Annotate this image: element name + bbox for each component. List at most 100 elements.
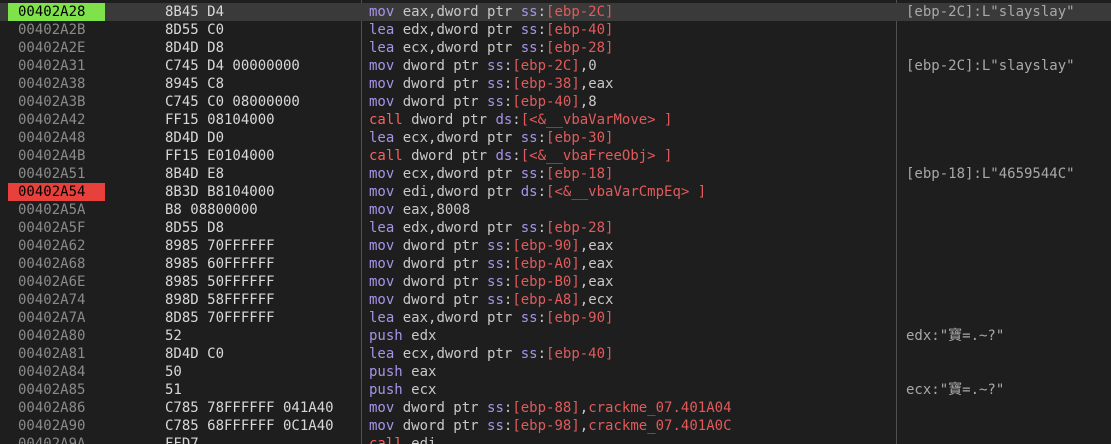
address-cell[interactable]: 00402A85 [8,381,105,399]
disasm-row[interactable]: 00402A38 8945 C8 mov dword ptr ss:[ebp-38]… [0,75,1111,93]
address-cell[interactable]: 00402A90 [8,417,105,435]
disasm-row[interactable]: 00402A42 FF15 08104000 call dword ptr ds:[… [0,111,1111,129]
address-cell[interactable]: 00402A5F [8,219,105,237]
bytes-cell: 50 [165,364,182,380]
address-cell[interactable]: 00402A62 [8,237,105,255]
disasm-row[interactable]: 00402A68 8985 60FFFFFF mov dword ptr ss:[e… [0,255,1111,273]
disasm-row[interactable]: 00402A62 8985 70FFFFFF mov dword ptr ss:[e… [0,237,1111,255]
disassembly-view[interactable]: 00402A28 8B45 D4 mov eax,dword ptr ss:[ebp… [0,0,1111,444]
address-cell[interactable]: 00402A2B [8,21,105,39]
address-cell[interactable]: 00402A74 [8,291,105,309]
instruction-token: eax,8008 [394,202,471,218]
bytes-cell: 8985 50FFFFFF [165,274,275,290]
address-cell[interactable]: 00402A31 [8,57,105,75]
instruction-cell[interactable]: lea ecx,dword ptr ss:[ebp-30] [369,129,894,147]
disasm-row[interactable]: 00402A7A 8D85 70FFFFFF lea eax,dword ptr s… [0,309,1111,327]
instruction-cell[interactable]: mov eax,dword ptr ss:[ebp-2C] [369,3,894,21]
disasm-row[interactable]: 00402A2E 8D4D D8 lea ecx,dword ptr ss:[ebp… [0,39,1111,57]
instruction-cell[interactable]: lea edx,dword ptr ss:[ebp-28] [369,219,894,237]
instruction-token: ds [495,112,513,128]
instruction-cell[interactable]: mov dword ptr ss:[ebp-88],crackme_07.401… [369,399,894,417]
instruction-cell[interactable]: push ecx [369,381,894,399]
instruction-cell[interactable]: call dword ptr ds:[<&__vbaFreeObj> ] [369,147,894,165]
comment-cell: edx:"寶=.~?" [906,328,1005,344]
instruction-cell[interactable]: push eax [369,363,894,381]
instruction-cell[interactable]: lea eax,dword ptr ss:[ebp-90] [369,309,894,327]
disasm-row[interactable]: 00402A48 8D4D D0 lea ecx,dword ptr ss:[ebp… [0,129,1111,147]
disasm-row[interactable]: 00402A4B FF15 E0104000 call dword ptr ds:[… [0,147,1111,165]
bytes-cell: FF15 E0104000 [165,148,275,164]
instruction-cell[interactable]: call edi [369,435,894,444]
disasm-row[interactable]: 00402A6E 8985 50FFFFFF mov dword ptr ss:[e… [0,273,1111,291]
address-cell[interactable]: 00402A4B [8,147,105,165]
disasm-row[interactable]: 00402A81 8D4D C0 lea ecx,dword ptr ss:[ebp… [0,345,1111,363]
address-cell[interactable]: 00402A80 [8,327,105,345]
instruction-cell[interactable]: lea edx,dword ptr ss:[ebp-40] [369,21,894,39]
address-cell[interactable]: 00402A42 [8,111,105,129]
disasm-row[interactable]: 00402A31 C745 D4 00000000 mov dword ptr ss… [0,57,1111,75]
instruction-cell[interactable]: mov ecx,dword ptr ss:[ebp-18] [369,165,894,183]
address-cell[interactable]: 00402A28 [8,3,105,21]
instruction-cell[interactable]: mov dword ptr ss:[ebp-40],8 [369,93,894,111]
disasm-row[interactable]: 00402A74 898D 58FFFFFF mov dword ptr ss:[e… [0,291,1111,309]
instruction-cell[interactable]: mov dword ptr ss:[ebp-98],crackme_07.401… [369,417,894,435]
instruction-cell[interactable]: mov edi,dword ptr ds:[<&__vbaVarCmpEq> ] [369,183,894,201]
disasm-row[interactable]: 00402A51 8B4D E8 mov ecx,dword ptr ss:[ebp… [0,165,1111,183]
instruction-token: ecx,dword ptr [394,166,521,182]
instruction-token: dword ptr [394,274,488,290]
address-cell[interactable]: 00402A7A [8,309,105,327]
disasm-row[interactable]: 00402A9A FFD7 call edi [0,435,1111,444]
address-cell[interactable]: 00402A54 [8,183,105,201]
address-cell[interactable]: 00402A84 [8,363,105,381]
address-cell[interactable]: 00402A2E [8,39,105,57]
address-cell[interactable]: 00402A68 [8,255,105,273]
instruction-token: mov [369,184,395,200]
instruction-cell[interactable]: mov dword ptr ss:[ebp-A8],ecx [369,291,894,309]
disasm-row[interactable]: 00402A86 C785 78FFFFFF 041A40 mov dword pt… [0,399,1111,417]
disasm-row[interactable]: 00402A28 8B45 D4 mov eax,dword ptr ss:[ebp… [0,3,1111,21]
instruction-cell[interactable]: lea ecx,dword ptr ss:[ebp-40] [369,345,894,363]
address-cell[interactable]: 00402A5A [8,201,105,219]
instruction-token: : [512,112,521,128]
disasm-row[interactable]: 00402A5A B8 08800000 mov eax,8008 [0,201,1111,219]
instruction-token: : [537,22,547,38]
instruction-cell[interactable]: mov dword ptr ss:[ebp-38],eax [369,75,894,93]
address-cell[interactable]: 00402A6E [8,273,105,291]
instruction-token: mov [369,166,395,182]
instruction-token: ebp-18 [554,166,606,182]
address-cell[interactable]: 00402A38 [8,75,105,93]
disasm-row[interactable]: 00402A80 52 push edx edx:"寶=.~?" [0,327,1111,345]
instruction-cell[interactable]: lea ecx,dword ptr ss:[ebp-28] [369,39,894,57]
disasm-row[interactable]: 00402A3B C745 C0 08000000 mov dword ptr ss… [0,93,1111,111]
disasm-row[interactable]: 00402A2B 8D55 C0 lea edx,dword ptr ss:[ebp… [0,21,1111,39]
instruction-cell[interactable]: call dword ptr ds:[<&__vbaVarMove> ] [369,111,894,129]
disasm-row[interactable]: 00402A54 8B3D B8104000 mov edi,dword ptr d… [0,183,1111,201]
disasm-row[interactable]: 00402A84 50 push eax [0,363,1111,381]
disasm-row[interactable]: 00402A85 51 push ecx ecx:"寶=.~?" [0,381,1111,399]
instruction-cell[interactable]: mov eax,8008 [369,201,894,219]
bytes-cell: FFD7 [165,436,199,444]
address-cell[interactable]: 00402A51 [8,165,105,183]
instruction-token: ebp-40 [554,22,606,38]
instruction-cell[interactable]: mov dword ptr ss:[ebp-A0],eax [369,255,894,273]
address-cell[interactable]: 00402A48 [8,129,105,147]
instruction-cell[interactable]: mov dword ptr ss:[ebp-2C],0 [369,57,894,75]
instruction-cell[interactable]: push edx [369,327,894,345]
bytes-cell: 8D4D D8 [165,40,225,56]
instruction-cell[interactable]: mov dword ptr ss:[ebp-B0],eax [369,273,894,291]
instruction-token: ] [571,94,580,110]
address-cell[interactable]: 00402A86 [8,399,105,417]
instruction-token: [ [520,112,530,128]
bytes-cell: 52 [165,328,182,344]
address-cell[interactable]: 00402A81 [8,345,105,363]
instruction-token: eax,dword ptr [394,310,521,326]
instruction-cell[interactable]: mov dword ptr ss:[ebp-90],eax [369,237,894,255]
disasm-row[interactable]: 00402A90 C785 68FFFFFF 0C1A40 mov dword pt… [0,417,1111,435]
address-cell[interactable]: 00402A3B [8,93,105,111]
instruction-token: : [537,184,547,200]
instruction-token: ebp-2C [554,4,606,20]
address-cell[interactable]: 00402A9A [8,435,105,444]
instruction-token: edx [402,328,437,344]
instruction-token: ] [571,418,580,434]
disasm-row[interactable]: 00402A5F 8D55 D8 lea edx,dword ptr ss:[ebp… [0,219,1111,237]
